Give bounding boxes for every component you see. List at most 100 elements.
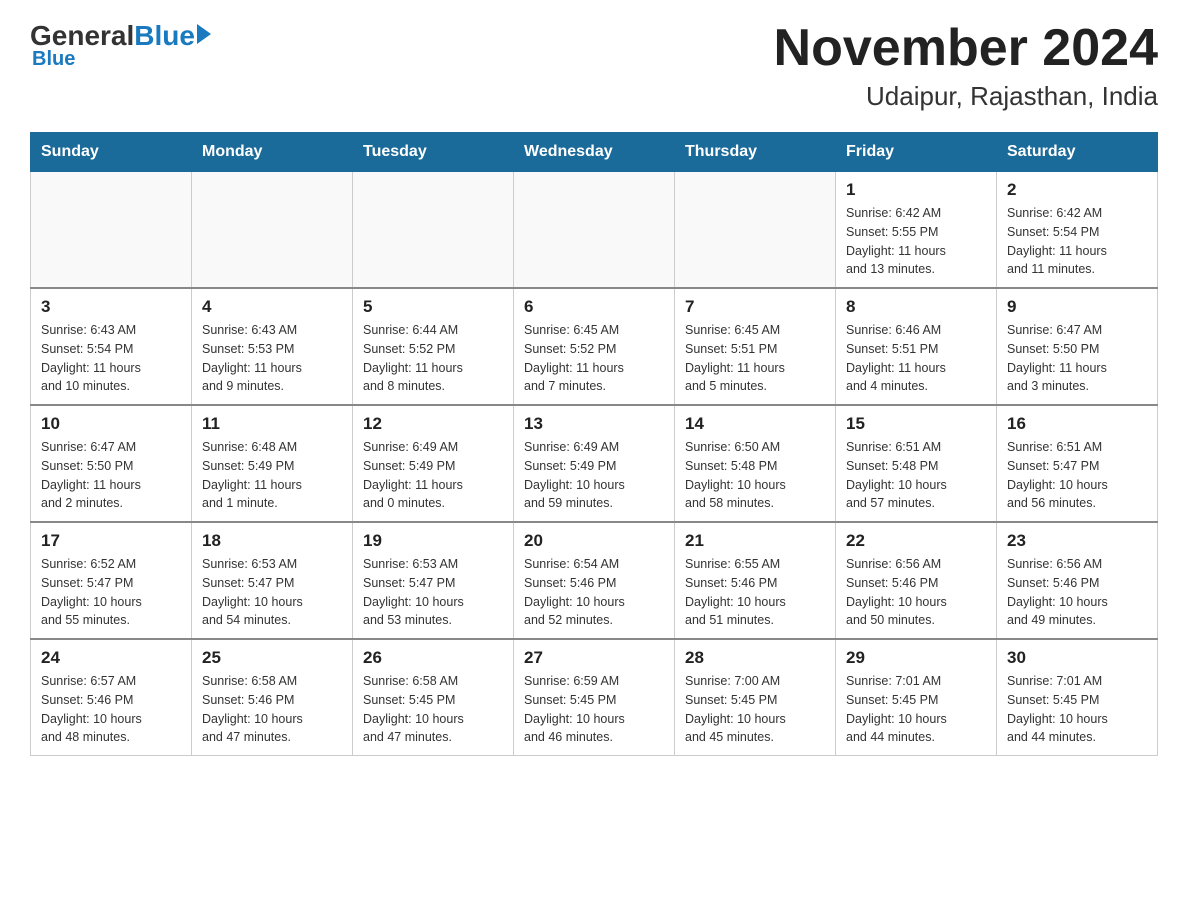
day-number: 13 xyxy=(524,414,664,434)
calendar-cell: 22 Sunrise: 6:56 AM Sunset: 5:46 PM Dayli… xyxy=(836,522,997,639)
day-number: 20 xyxy=(524,531,664,551)
day-info: Sunrise: 6:43 AM Sunset: 5:53 PM Dayligh… xyxy=(202,321,342,396)
calendar-cell: 16 Sunrise: 6:51 AM Sunset: 5:47 PM Dayli… xyxy=(997,405,1158,522)
calendar-cell: 27Sunrise: 6:59 AM Sunset: 5:45 PM Dayli… xyxy=(514,639,675,756)
calendar-cell: 4 Sunrise: 6:43 AM Sunset: 5:53 PM Daylig… xyxy=(192,288,353,405)
logo-subtitle: Blue xyxy=(32,48,75,71)
day-info: Sunrise: 6:47 AM Sunset: 5:50 PM Dayligh… xyxy=(41,438,181,513)
calendar-cell: 30Sunrise: 7:01 AM Sunset: 5:45 PM Dayli… xyxy=(997,639,1158,756)
day-number: 12 xyxy=(363,414,503,434)
calendar-cell xyxy=(675,172,836,289)
calendar-week-row: 1 Sunrise: 6:42 AM Sunset: 5:55 PM Daylig… xyxy=(31,172,1158,289)
calendar-cell: 26Sunrise: 6:58 AM Sunset: 5:45 PM Dayli… xyxy=(353,639,514,756)
calendar-cell: 13 Sunrise: 6:49 AM Sunset: 5:49 PM Dayli… xyxy=(514,405,675,522)
calendar-table: SundayMondayTuesdayWednesdayThursdayFrid… xyxy=(30,132,1158,756)
calendar-cell xyxy=(514,172,675,289)
day-number: 22 xyxy=(846,531,986,551)
calendar-day-header: Thursday xyxy=(675,133,836,172)
calendar-week-row: 17 Sunrise: 6:52 AM Sunset: 5:47 PM Dayli… xyxy=(31,522,1158,639)
calendar-cell: 11 Sunrise: 6:48 AM Sunset: 5:49 PM Dayli… xyxy=(192,405,353,522)
calendar-cell: 5 Sunrise: 6:44 AM Sunset: 5:52 PM Daylig… xyxy=(353,288,514,405)
calendar-cell: 9 Sunrise: 6:47 AM Sunset: 5:50 PM Daylig… xyxy=(997,288,1158,405)
day-number: 17 xyxy=(41,531,181,551)
day-number: 9 xyxy=(1007,297,1147,317)
day-number: 4 xyxy=(202,297,342,317)
day-number: 14 xyxy=(685,414,825,434)
calendar-cell: 6 Sunrise: 6:45 AM Sunset: 5:52 PM Daylig… xyxy=(514,288,675,405)
calendar-cell: 18Sunrise: 6:53 AM Sunset: 5:47 PM Dayli… xyxy=(192,522,353,639)
day-number: 8 xyxy=(846,297,986,317)
day-info: Sunrise: 6:51 AM Sunset: 5:47 PM Dayligh… xyxy=(1007,438,1147,513)
calendar-cell: 24 Sunrise: 6:57 AM Sunset: 5:46 PM Dayli… xyxy=(31,639,192,756)
calendar-cell: 2 Sunrise: 6:42 AM Sunset: 5:54 PM Daylig… xyxy=(997,172,1158,289)
day-number: 19 xyxy=(363,531,503,551)
calendar-cell: 17 Sunrise: 6:52 AM Sunset: 5:47 PM Dayli… xyxy=(31,522,192,639)
day-number: 27 xyxy=(524,648,664,668)
calendar-cell: 7Sunrise: 6:45 AM Sunset: 5:51 PM Daylig… xyxy=(675,288,836,405)
calendar-day-header: Wednesday xyxy=(514,133,675,172)
logo-arrow-icon xyxy=(197,24,211,44)
calendar-cell: 1 Sunrise: 6:42 AM Sunset: 5:55 PM Daylig… xyxy=(836,172,997,289)
day-info: Sunrise: 6:58 AM Sunset: 5:45 PM Dayligh… xyxy=(363,672,503,747)
calendar-cell: 21 Sunrise: 6:55 AM Sunset: 5:46 PM Dayli… xyxy=(675,522,836,639)
calendar-cell: 14 Sunrise: 6:50 AM Sunset: 5:48 PM Dayli… xyxy=(675,405,836,522)
day-info: Sunrise: 6:49 AM Sunset: 5:49 PM Dayligh… xyxy=(524,438,664,513)
day-info: Sunrise: 6:56 AM Sunset: 5:46 PM Dayligh… xyxy=(846,555,986,630)
day-info: Sunrise: 6:57 AM Sunset: 5:46 PM Dayligh… xyxy=(41,672,181,747)
calendar-cell: 23Sunrise: 6:56 AM Sunset: 5:46 PM Dayli… xyxy=(997,522,1158,639)
calendar-day-header: Saturday xyxy=(997,133,1158,172)
day-number: 5 xyxy=(363,297,503,317)
calendar-day-header: Monday xyxy=(192,133,353,172)
calendar-day-header: Friday xyxy=(836,133,997,172)
day-info: Sunrise: 6:48 AM Sunset: 5:49 PM Dayligh… xyxy=(202,438,342,513)
logo-blue: Blue xyxy=(134,20,195,52)
day-info: Sunrise: 6:45 AM Sunset: 5:52 PM Dayligh… xyxy=(524,321,664,396)
day-info: Sunrise: 6:47 AM Sunset: 5:50 PM Dayligh… xyxy=(1007,321,1147,396)
day-info: Sunrise: 6:42 AM Sunset: 5:54 PM Dayligh… xyxy=(1007,204,1147,279)
calendar-day-header: Sunday xyxy=(31,133,192,172)
day-number: 29 xyxy=(846,648,986,668)
calendar-title: November 2024 xyxy=(774,20,1158,77)
day-number: 2 xyxy=(1007,180,1147,200)
calendar-cell xyxy=(31,172,192,289)
day-info: Sunrise: 6:50 AM Sunset: 5:48 PM Dayligh… xyxy=(685,438,825,513)
calendar-cell: 19 Sunrise: 6:53 AM Sunset: 5:47 PM Dayli… xyxy=(353,522,514,639)
calendar-cell: 8 Sunrise: 6:46 AM Sunset: 5:51 PM Daylig… xyxy=(836,288,997,405)
day-info: Sunrise: 7:00 AM Sunset: 5:45 PM Dayligh… xyxy=(685,672,825,747)
day-number: 16 xyxy=(1007,414,1147,434)
day-number: 6 xyxy=(524,297,664,317)
day-number: 1 xyxy=(846,180,986,200)
calendar-week-row: 3 Sunrise: 6:43 AM Sunset: 5:54 PM Daylig… xyxy=(31,288,1158,405)
day-number: 30 xyxy=(1007,648,1147,668)
calendar-cell: 25Sunrise: 6:58 AM Sunset: 5:46 PM Dayli… xyxy=(192,639,353,756)
calendar-cell: 15Sunrise: 6:51 AM Sunset: 5:48 PM Dayli… xyxy=(836,405,997,522)
day-info: Sunrise: 6:53 AM Sunset: 5:47 PM Dayligh… xyxy=(202,555,342,630)
calendar-cell: 3 Sunrise: 6:43 AM Sunset: 5:54 PM Daylig… xyxy=(31,288,192,405)
title-block: November 2024 Udaipur, Rajasthan, India xyxy=(774,20,1158,112)
day-number: 24 xyxy=(41,648,181,668)
day-info: Sunrise: 6:56 AM Sunset: 5:46 PM Dayligh… xyxy=(1007,555,1147,630)
day-info: Sunrise: 6:55 AM Sunset: 5:46 PM Dayligh… xyxy=(685,555,825,630)
calendar-cell: 12Sunrise: 6:49 AM Sunset: 5:49 PM Dayli… xyxy=(353,405,514,522)
day-number: 21 xyxy=(685,531,825,551)
calendar-week-row: 10 Sunrise: 6:47 AM Sunset: 5:50 PM Dayli… xyxy=(31,405,1158,522)
calendar-cell: 28 Sunrise: 7:00 AM Sunset: 5:45 PM Dayli… xyxy=(675,639,836,756)
day-info: Sunrise: 6:46 AM Sunset: 5:51 PM Dayligh… xyxy=(846,321,986,396)
day-info: Sunrise: 6:53 AM Sunset: 5:47 PM Dayligh… xyxy=(363,555,503,630)
calendar-cell: 10 Sunrise: 6:47 AM Sunset: 5:50 PM Dayli… xyxy=(31,405,192,522)
day-info: Sunrise: 6:42 AM Sunset: 5:55 PM Dayligh… xyxy=(846,204,986,279)
calendar-cell: 20 Sunrise: 6:54 AM Sunset: 5:46 PM Dayli… xyxy=(514,522,675,639)
calendar-subtitle: Udaipur, Rajasthan, India xyxy=(774,81,1158,112)
day-number: 3 xyxy=(41,297,181,317)
day-number: 28 xyxy=(685,648,825,668)
day-info: Sunrise: 6:52 AM Sunset: 5:47 PM Dayligh… xyxy=(41,555,181,630)
day-info: Sunrise: 6:44 AM Sunset: 5:52 PM Dayligh… xyxy=(363,321,503,396)
day-info: Sunrise: 6:54 AM Sunset: 5:46 PM Dayligh… xyxy=(524,555,664,630)
day-number: 7 xyxy=(685,297,825,317)
day-info: Sunrise: 6:43 AM Sunset: 5:54 PM Dayligh… xyxy=(41,321,181,396)
day-number: 11 xyxy=(202,414,342,434)
calendar-cell: 29Sunrise: 7:01 AM Sunset: 5:45 PM Dayli… xyxy=(836,639,997,756)
day-number: 25 xyxy=(202,648,342,668)
day-number: 10 xyxy=(41,414,181,434)
day-number: 15 xyxy=(846,414,986,434)
